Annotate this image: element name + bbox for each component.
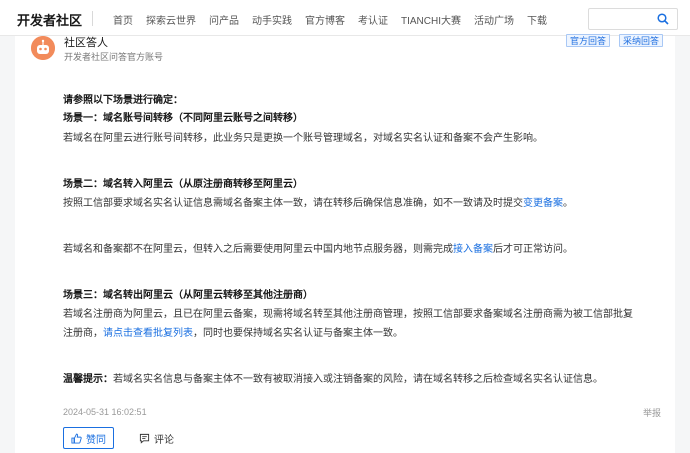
- robot-icon: [31, 36, 55, 60]
- answer-timestamp: 2024-05-31 16:02:51: [63, 407, 147, 417]
- nav-item-events[interactable]: 活动广场: [474, 12, 514, 27]
- scenario-3-text-line1: 若域名注册商为阿里云，且已在阿里云备案，现需将域名转至其他注册商管理，按照工信部…: [63, 309, 633, 320]
- nav-item-tianchi[interactable]: TIANCHI大赛: [401, 12, 461, 27]
- nav-item-ask[interactable]: 问产品: [209, 12, 239, 27]
- warm-tip: 温馨提示：若域名实名信息与备案主体不一致有被取消接入或注销备案的风险，请在域名转…: [63, 373, 603, 386]
- answer-card: 社区答人 开发者社区问答官方账号 官方回答 采纳回答 请参照以下场景进行确定： …: [15, 34, 675, 453]
- top-nav: 开发者社区 首页 探索云世界 问产品 动手实践 官方博客 考认证 TIANCHI…: [0, 0, 690, 36]
- author-description: 开发者社区问答官方账号: [64, 52, 164, 62]
- scenario-1-text: 若域名在阿里云进行账号间转移，此业务只是更换一个账号管理域名，对域名实名认证和备…: [63, 133, 543, 144]
- approval-list-link[interactable]: 请点击查看批复列表: [103, 328, 193, 339]
- scenario-3-text-line2: 注册商，请点击查看批复列表，同时也要保持域名实名认证与备案主体一致。: [63, 327, 403, 340]
- search-icon[interactable]: [657, 13, 669, 25]
- scenario-2-text-b: 。: [563, 198, 573, 209]
- author-name[interactable]: 社区答人: [64, 34, 108, 50]
- nav-item-download[interactable]: 下载: [527, 12, 547, 27]
- scenario-2-extra-b: 后才可正常访问。: [493, 244, 573, 255]
- like-label: 赞同: [86, 434, 106, 446]
- nav-item-certification[interactable]: 考认证: [358, 12, 388, 27]
- nav-menu: 首页 探索云世界 问产品 动手实践 官方博客 考认证 TIANCHI大赛 活动广…: [113, 12, 560, 27]
- scenario-2-extra-text: 若域名和备案都不在阿里云，但转入之后需要使用阿里云中国内地节点服务器，则需完成接…: [63, 243, 573, 256]
- nav-divider: [92, 11, 93, 26]
- scenario-2-extra-a: 若域名和备案都不在阿里云，但转入之后需要使用阿里云中国内地节点服务器，则需完成: [63, 244, 453, 255]
- report-link[interactable]: 举报: [643, 406, 661, 419]
- tip-label: 温馨提示：: [63, 374, 113, 385]
- access-filing-link[interactable]: 接入备案: [453, 244, 493, 255]
- scenario-2-text-a: 按照工信部要求域名实名认证信息需域名备案主体一致，请在转移后确保信息准确，如不一…: [63, 198, 523, 209]
- avatar[interactable]: [31, 36, 55, 60]
- search-input[interactable]: [588, 8, 678, 30]
- scenario-3-text-2a: 注册商，: [63, 328, 103, 339]
- nav-item-explore[interactable]: 探索云世界: [146, 12, 196, 27]
- scenario-2-text: 按照工信部要求域名实名认证信息需域名备案主体一致，请在转移后确保信息准确，如不一…: [63, 197, 573, 210]
- scenario-2-title: 场景二：域名转入阿里云（从原注册商转移至阿里云）: [63, 179, 303, 190]
- change-filing-link[interactable]: 变更备案: [523, 198, 563, 209]
- like-button[interactable]: 赞同: [63, 427, 114, 449]
- scenario-3-title: 场景三：域名转出阿里云（从阿里云转移至其他注册商）: [63, 290, 313, 301]
- comment-icon: [139, 433, 150, 444]
- intro-heading: 请参照以下场景进行确定：: [63, 95, 183, 106]
- nav-item-blog[interactable]: 官方博客: [305, 12, 345, 27]
- brand-logo[interactable]: 开发者社区: [17, 10, 82, 29]
- nav-item-home[interactable]: 首页: [113, 12, 133, 27]
- thumbs-up-icon: [71, 433, 82, 444]
- comment-button[interactable]: 评论: [139, 431, 174, 446]
- scenario-3-text-2b: ，同时也要保持域名实名认证与备案主体一致。: [193, 328, 403, 339]
- nav-item-practice[interactable]: 动手实践: [252, 12, 292, 27]
- comment-label: 评论: [154, 435, 174, 446]
- scenario-1-title: 场景一：域名账号间转移（不同阿里云账号之间转移）: [63, 113, 303, 124]
- tip-text: 若域名实名信息与备案主体不一致有被取消接入或注销备案的风险，请在域名转移之后检查…: [113, 374, 603, 385]
- accepted-answer-badge: 采纳回答: [619, 34, 664, 47]
- official-answer-badge: 官方回答: [566, 34, 611, 47]
